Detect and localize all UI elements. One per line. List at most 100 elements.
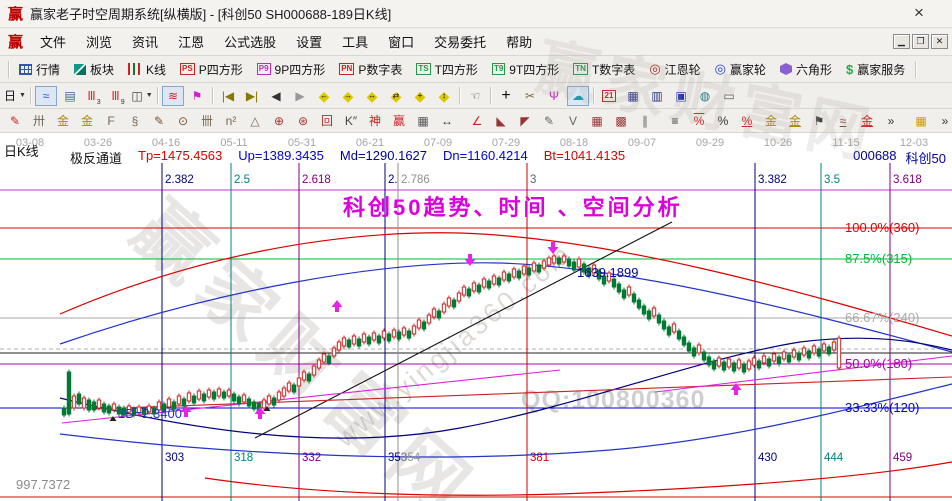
go-prev[interactable]: ◀ [265,86,287,106]
grid-tool[interactable]: ▦ [586,111,608,131]
ratio-bars-tool[interactable]: ≡ [664,111,686,131]
menu-item[interactable]: 江恩 [168,29,214,54]
export-tool[interactable]: ◍ [694,86,716,106]
candle [722,362,725,370]
toolbar-gann-wheel-button[interactable]: ◎江恩轮 [642,59,707,80]
toolbar-quotes-button[interactable]: 行情 [12,59,67,80]
zigzag-tool[interactable]: ≈ [35,86,57,106]
flag-pencil-tool[interactable]: ⚑ [808,111,830,131]
circle-target-tool[interactable]: ⊕ [268,111,290,131]
toolbar-t-number-button[interactable]: TNT数字表 [566,59,642,80]
fan-line-tool[interactable]: ∠ [466,111,488,131]
toolbar-t-square-button[interactable]: TST四方形 [409,59,485,80]
toolbar-p-number-button[interactable]: PNP数字表 [332,59,409,80]
go-first[interactable]: |◀ [217,86,239,106]
width-tool[interactable]: ↔ [436,111,458,131]
save-tool[interactable]: ▣ [670,86,692,106]
more-tools-right[interactable]: » [934,111,952,131]
zoom-all[interactable]: ◆+ [409,86,431,106]
toolbar-winner-wheel-button[interactable]: ◎赢家轮 [708,59,773,80]
cloud-tool[interactable]: ☁ [567,86,589,106]
menu-item[interactable]: 工具 [332,29,378,54]
mdi-close-button[interactable]: ✕ [931,34,948,49]
toolbar-winner-service-button[interactable]: $赢家服务 [839,59,912,80]
toolbar-sectors-button[interactable]: 板块 [67,59,121,80]
magic-tool[interactable]: Ψ [543,86,565,106]
cycle-grid-tool[interactable]: 卅 [28,111,50,131]
percent-line-tool[interactable]: % [736,111,758,131]
grid-gold-tool[interactable]: ▦ [910,111,932,131]
gold-grid-b-tool[interactable]: 金 [76,111,98,131]
toolbar-kline-button[interactable]: K线 [121,59,173,80]
erase-tool[interactable]: ✂ [519,86,541,106]
percent-slash-tool[interactable]: % [688,111,710,131]
pan-left[interactable]: ◆← [313,86,335,106]
go-next[interactable]: ▶ [289,86,311,106]
pan-right[interactable]: ◆→ [337,86,359,106]
print-tool[interactable]: ▭ [718,86,740,106]
menu-item[interactable]: 交易委托 [424,29,496,54]
candle [782,352,785,359]
period-day[interactable]: 日▼ [4,86,26,106]
expand-all[interactable]: ◆↕ [433,86,455,106]
n2-grid-tool[interactable]: n² [220,111,242,131]
red-wave-tool[interactable]: ≋ [162,86,184,106]
mdi-minimize-button[interactable]: ▁ [893,34,910,49]
list-tool[interactable]: ▤ [59,86,81,106]
star-target-tool[interactable]: ⊛ [292,111,314,131]
gold-grid-a-tool[interactable]: 金 [52,111,74,131]
notes-tool[interactable]: ▥ [646,86,668,106]
go-last[interactable]: ▶| [241,86,263,106]
v-line-tool[interactable]: V [562,111,584,131]
pencil-red-tool[interactable]: ✎ [4,111,26,131]
more-tools-left[interactable]: » [880,111,902,131]
k-wave-tool[interactable]: K″ [340,111,362,131]
menu-item[interactable]: 资讯 [122,29,168,54]
pencil-line-tool[interactable]: ✎ [538,111,560,131]
wave-percent-tool[interactable]: ≈ [832,111,854,131]
pencil-dark-tool[interactable]: ✎ [148,111,170,131]
toolbar-p9-square-button[interactable]: P99P四方形 [250,59,332,80]
gold-line2-tool[interactable]: 金 [856,111,878,131]
time-clock-tool[interactable]: ⊙ [172,111,194,131]
candle [502,272,505,280]
menu-item[interactable]: 窗口 [378,29,424,54]
mdi-restore-button[interactable]: ❐ [912,34,929,49]
menu-item[interactable]: 设置 [286,29,332,54]
bars-9-tool[interactable]: Ⅲ9 [107,86,129,106]
menu-item[interactable]: 文件 [30,29,76,54]
percent-tool[interactable]: % [712,111,734,131]
count-grid-tool[interactable]: 卌 [196,111,218,131]
bars-3-tool[interactable]: Ⅲ3 [83,86,105,106]
spiral-tool[interactable]: § [124,111,146,131]
shen-grid-tool[interactable]: 神 [364,111,386,131]
hand-tool[interactable]: ☜ [464,86,486,106]
menu-item[interactable]: 浏览 [76,29,122,54]
fan-box-tool[interactable]: ◣ [490,111,512,131]
angle-flag-tool[interactable]: △ [244,111,266,131]
square-target-tool[interactable]: 回 [316,111,338,131]
f-grid-tool[interactable]: F [100,111,122,131]
fan-box2-tool[interactable]: ◤ [514,111,536,131]
candle [102,404,105,412]
gold-circle-tool[interactable]: 金 [760,111,782,131]
price-grid-tool[interactable]: ▦ [412,111,434,131]
ying-grid-tool[interactable]: 赢 [388,111,410,131]
parallel-tool[interactable]: ∥ [634,111,656,131]
toolbar-p-square-button[interactable]: PSP四方形 [173,59,250,80]
toolbar-t9-square-button[interactable]: T99T四方形 [485,59,566,80]
menu-item[interactable]: 公式选股 [214,29,286,54]
compress-horizontal[interactable]: ◆⇄ [385,86,407,106]
calculator-tool[interactable]: ▦ [622,86,644,106]
zoom-horizontal[interactable]: ◆↔ [361,86,383,106]
toolbar-hexagon-button[interactable]: 六角形 [773,59,839,80]
menu-item[interactable]: 帮助 [496,29,542,54]
gold-line-tool[interactable]: 金 [784,111,806,131]
chart-area[interactable]: 赢家财富网 www.yingjia360.com QQ:100800360 日K… [0,133,952,501]
calendar-tool[interactable]: 21 [598,86,620,106]
candle-style-tool[interactable]: ◫▼ [131,86,153,106]
crosshair-tool[interactable]: + [495,86,517,106]
window-close-icon[interactable]: × [908,3,930,23]
grid-arrow-tool[interactable]: ▩ [610,111,632,131]
flag-tool[interactable]: ⚑ [186,86,208,106]
